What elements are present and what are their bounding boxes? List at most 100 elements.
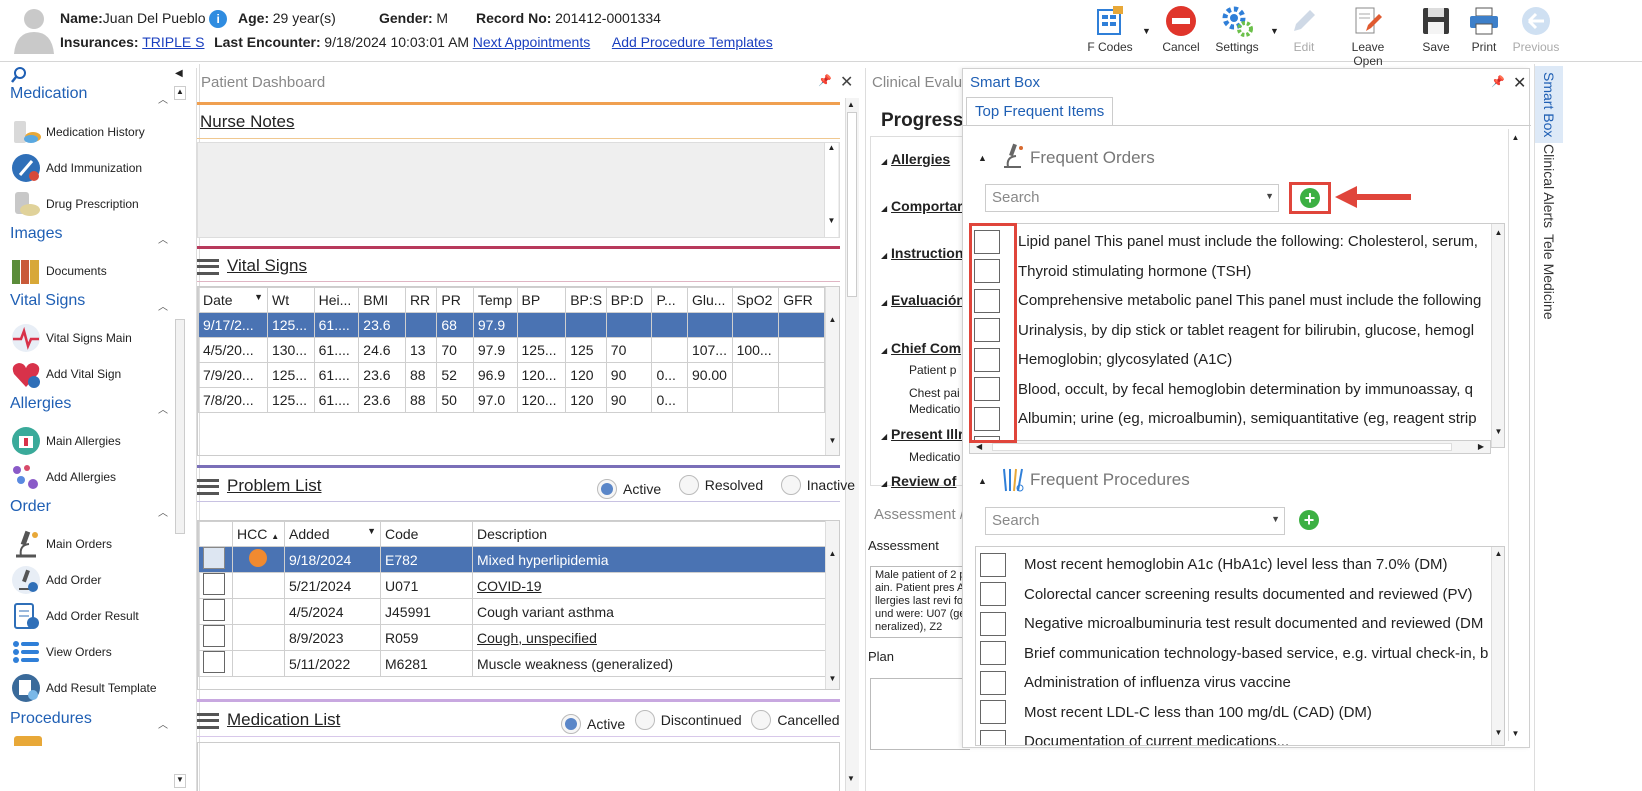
radio-discontinued[interactable]: Discontinued — [634, 710, 742, 730]
tree-node-review[interactable]: ◢ Review of — [881, 473, 956, 489]
item-checkbox[interactable] — [980, 611, 1006, 636]
col-code[interactable]: Code — [380, 521, 473, 547]
radio-active[interactable]: Active — [597, 479, 661, 499]
col-hcc[interactable]: HCC ▲ — [232, 521, 285, 547]
row-checkbox[interactable] — [198, 546, 233, 573]
section-images[interactable]: Images — [10, 225, 62, 243]
chevron-up-icon[interactable]: ︿ — [158, 504, 168, 519]
procedures-scrollbar[interactable]: ▲ ▼ — [1491, 547, 1504, 745]
tree-node-chief-complaint[interactable]: ◢ Chief Com — [881, 340, 961, 356]
vitals-col-9[interactable]: BP:D — [605, 287, 653, 313]
menu-icon[interactable] — [197, 478, 219, 495]
vitals-col-12[interactable]: SpO2 — [731, 287, 780, 313]
procedures-search-input[interactable]: Search ▼ — [985, 507, 1285, 535]
vitals-col-10[interactable]: P... — [651, 287, 688, 313]
tree-node-instructions[interactable]: ◢ Instruction — [881, 245, 963, 261]
sidebar-item-main-allergies[interactable]: Main Allergies — [10, 424, 121, 458]
sidebar-item-add-result-template[interactable]: Add Result Template — [10, 671, 157, 705]
col-description[interactable]: Description — [472, 521, 826, 547]
item-checkbox[interactable] — [980, 582, 1006, 606]
table-row[interactable]: 9/17/2... 125... 61.... 23.6 68 97.9 — [198, 312, 825, 338]
chevron-up-icon[interactable]: ︿ — [158, 231, 168, 246]
vitals-col-3[interactable]: BMI — [358, 287, 406, 313]
sidebar-item-vital-signs-main[interactable]: Vital Signs Main — [10, 321, 132, 355]
pin-icon[interactable]: 📌 — [1491, 75, 1505, 88]
vitals-col-0[interactable]: Date ▼ — [198, 287, 268, 313]
info-icon[interactable]: i — [209, 10, 228, 28]
sidebar-item-view-orders[interactable]: View Orders — [10, 635, 112, 669]
sidebar-item-add-allergies[interactable]: Add Allergies — [10, 460, 116, 494]
list-item[interactable]: Negative microalbuminuria test result do… — [980, 609, 1483, 638]
assessment-textarea[interactable]: Male patient of 2 pain. Patient pres All… — [870, 566, 970, 638]
tree-node-comportamiento[interactable]: ◢ Comportar — [881, 198, 963, 214]
table-row[interactable]: 7/8/20... 125... 61.... 23.6 88 50 97.0 120... 1… — [198, 387, 825, 413]
list-item[interactable]: Blood, occult, by fecal hemoglobin deter… — [974, 375, 1473, 404]
smartbox-scrollbar[interactable]: ▲ ▼ — [1508, 129, 1522, 741]
plan-textarea[interactable] — [870, 678, 970, 750]
sidebar-scrollbar[interactable] — [175, 319, 185, 534]
leave-open-button[interactable]: Leave Open — [1340, 4, 1396, 68]
list-item[interactable]: Comprehensive metabolic panel This panel… — [974, 286, 1481, 315]
nurse-notes-textarea[interactable] — [197, 142, 840, 238]
item-checkbox[interactable] — [980, 641, 1006, 665]
radio-cancelled[interactable]: Cancelled — [751, 710, 840, 730]
menu-icon[interactable] — [197, 258, 219, 275]
sidebar-item-medication-history[interactable]: Medication History — [10, 115, 145, 149]
item-checkbox[interactable] — [980, 552, 1006, 577]
sidebar-item-add-vital-sign[interactable]: Add Vital Sign — [10, 357, 121, 391]
add-procedure-button[interactable]: + — [1299, 510, 1319, 530]
table-row[interactable]: 4/5/20... 130... 61.... 24.6 13 70 97.9 125... 1… — [198, 337, 825, 363]
add-procedure-templates-link[interactable]: Add Procedure Templates — [612, 34, 773, 50]
chevron-up-icon[interactable]: ︿ — [158, 91, 168, 106]
table-row[interactable]: 5/21/2024 U071 COVID-19 — [198, 572, 826, 599]
tree-node-allergies[interactable]: ◢ Allergies — [881, 151, 950, 167]
chevron-up-icon[interactable]: ︿ — [158, 298, 168, 313]
list-item[interactable]: Brief communication technology-based ser… — [980, 639, 1488, 668]
close-icon[interactable]: ✕ — [840, 72, 853, 92]
tab-tele-medicine[interactable]: Tele Medicine — [1541, 234, 1557, 320]
tree-node-evaluacion[interactable]: ◢ Evaluación — [881, 292, 965, 308]
tab-smart-box[interactable]: Smart Box — [1535, 66, 1563, 144]
list-item[interactable]: Administration of influenza virus vaccin… — [980, 668, 1291, 697]
previous-button[interactable]: Previous — [1508, 4, 1564, 58]
table-row[interactable]: 5/11/2022 M6281 Muscle weakness (generaliz… — [198, 650, 826, 677]
nurse-notes-scrollbar[interactable]: ▲ ▼ — [824, 143, 838, 237]
vitals-col-6[interactable]: Temp — [472, 287, 518, 313]
tab-top-frequent-items[interactable]: Top Frequent Items — [966, 97, 1114, 125]
section-procedures[interactable]: Procedures — [10, 710, 92, 728]
sidebar-item-drug-prescription[interactable]: Drug Prescription — [10, 187, 139, 221]
list-item[interactable]: Most recent LDL-C less than 100 mg/dL (C… — [980, 698, 1372, 727]
table-row[interactable]: 4/5/2024 J45991 Cough variant asthma — [198, 598, 826, 625]
filter-dropdown-icon[interactable]: ▼ — [254, 292, 263, 302]
vitals-col-4[interactable]: RR — [404, 287, 438, 313]
chevron-up-icon[interactable]: ︿ — [158, 716, 168, 731]
vitals-col-11[interactable]: Glu... — [686, 287, 733, 313]
sidebar-scroll-up[interactable]: ▲ — [174, 86, 186, 100]
section-medication[interactable]: Medication — [10, 85, 87, 103]
col-added[interactable]: Added ▼ — [284, 521, 381, 547]
cancel-button[interactable]: Cancel — [1153, 4, 1209, 58]
orders-search-input[interactable]: Search ▼ — [985, 184, 1279, 212]
dashboard-scroll-down[interactable]: ▼ — [847, 774, 855, 783]
next-appointments-link[interactable]: Next Appointments — [473, 34, 591, 50]
add-order-button[interactable]: + — [1289, 182, 1331, 214]
chevron-up-icon[interactable]: ︿ — [158, 401, 168, 416]
edit-button[interactable]: Edit — [1276, 4, 1332, 58]
close-icon[interactable]: ✕ — [1513, 73, 1526, 93]
vitals-col-2[interactable]: Hei... — [313, 287, 360, 313]
description-link[interactable]: COVID-19 — [477, 578, 542, 594]
row-checkbox[interactable] — [198, 598, 233, 625]
sidebar-item-documents[interactable]: Documents — [10, 254, 107, 288]
collapse-icon[interactable]: ▲ — [978, 476, 987, 486]
insurance-link[interactable]: TRIPLE S — [142, 34, 204, 50]
list-item[interactable]: Urinalysis, by dip stick or tablet reage… — [974, 316, 1474, 345]
sidebar-item-add-order-result[interactable]: Add Order Result — [10, 599, 139, 633]
tab-clinical-alerts[interactable]: Clinical Alerts — [1541, 144, 1557, 228]
sidebar-scroll-down[interactable]: ▼ — [174, 774, 186, 788]
item-checkbox[interactable] — [980, 670, 1006, 695]
search-icon[interactable] — [10, 66, 28, 84]
settings-button[interactable]: Settings — [1209, 4, 1265, 58]
vitals-col-7[interactable]: BP — [516, 287, 567, 313]
vitals-scrollbar[interactable]: ▲ ▼ — [825, 287, 839, 455]
problem-scrollbar[interactable]: ▲ ▼ — [825, 521, 839, 689]
